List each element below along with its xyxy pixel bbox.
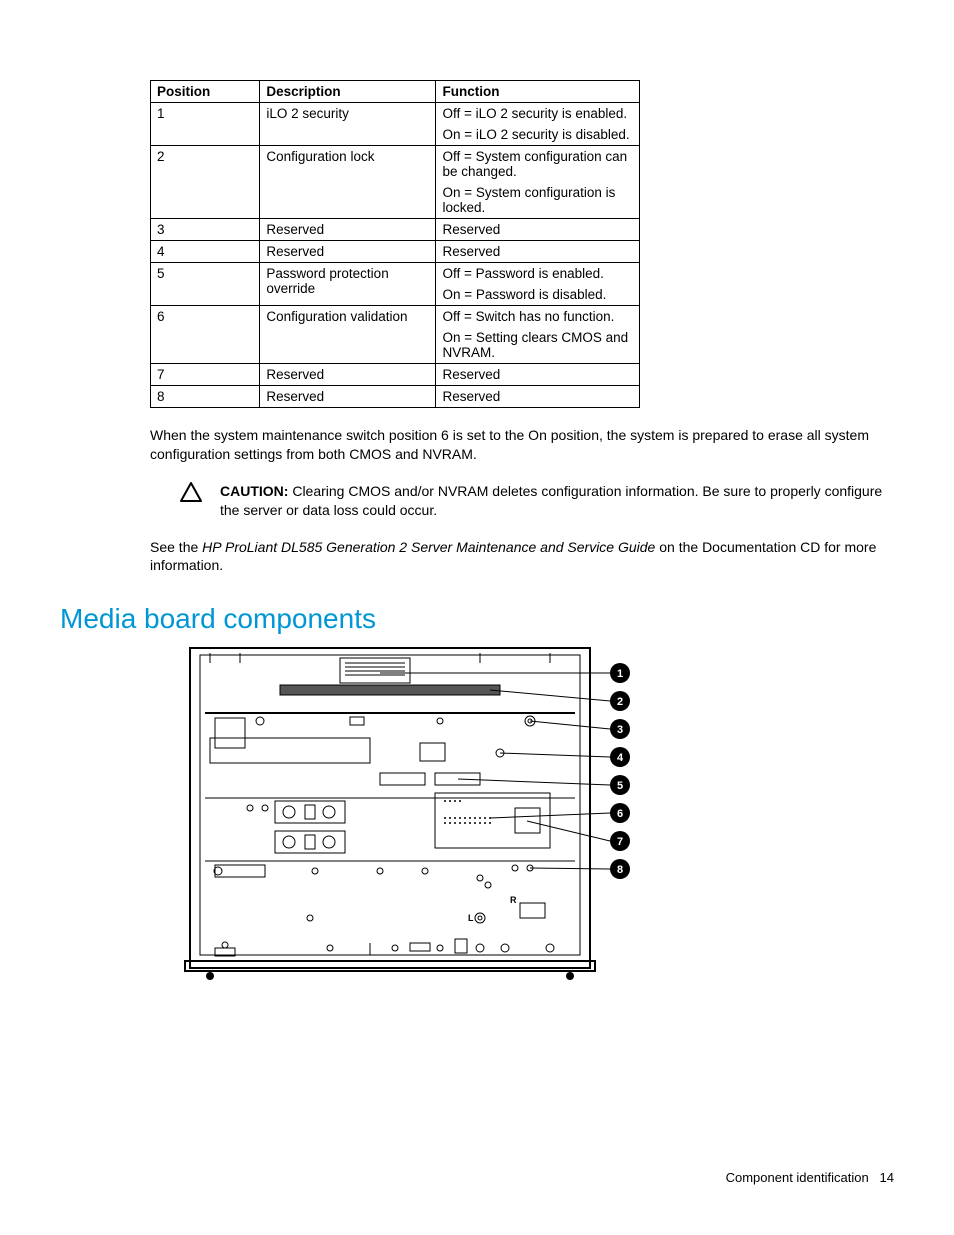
cell-function: Off = Password is enabled. On = Password …	[436, 263, 640, 306]
caution-text: CAUTION: Clearing CMOS and/or NVRAM dele…	[220, 482, 894, 520]
cell-description: Reserved	[260, 241, 436, 263]
table-row: 2Configuration lockOff = System configur…	[151, 146, 640, 219]
page-footer: Component identification 14	[726, 1170, 894, 1185]
caution-body: Clearing CMOS and/or NVRAM deletes confi…	[220, 483, 882, 518]
cell-function-line: On = Setting clears CMOS and NVRAM.	[442, 330, 633, 360]
caution-block: CAUTION: Clearing CMOS and/or NVRAM dele…	[180, 482, 894, 520]
cell-function: Reserved	[436, 219, 640, 241]
cell-function-line: On = System configuration is locked.	[442, 185, 633, 215]
cell-function-line: Reserved	[442, 222, 633, 237]
callout-number: 5	[617, 780, 623, 792]
cell-description: Reserved	[260, 219, 436, 241]
paragraph-see-guide: See the HP ProLiant DL585 Generation 2 S…	[150, 538, 894, 576]
heading-media-board: Media board components	[60, 603, 894, 635]
cell-function: Reserved	[436, 364, 640, 386]
cell-description: Reserved	[260, 386, 436, 408]
footer-page: 14	[880, 1170, 894, 1185]
callout-number: 2	[617, 696, 623, 708]
th-function: Function	[436, 81, 640, 103]
cell-function-line: Reserved	[442, 244, 633, 259]
cell-position: 1	[151, 103, 260, 146]
cell-position: 2	[151, 146, 260, 219]
svg-text:L: L	[468, 913, 474, 923]
table-row: 3ReservedReserved	[151, 219, 640, 241]
see-guide-title: HP ProLiant DL585 Generation 2 Server Ma…	[202, 539, 655, 555]
cell-function: Off = iLO 2 security is enabled. On = iLO…	[436, 103, 640, 146]
cell-function: Reserved	[436, 241, 640, 263]
cell-function-line: Reserved	[442, 389, 633, 404]
cell-function: Reserved	[436, 386, 640, 408]
cell-function: Off = System configuration can be change…	[436, 146, 640, 219]
footer-section: Component identification	[726, 1170, 869, 1185]
cell-function-line: Reserved	[442, 367, 633, 382]
cell-description: Configuration lock	[260, 146, 436, 219]
callout-number: 4	[617, 752, 624, 764]
table-row: 1iLO 2 securityOff = iLO 2 security is e…	[151, 103, 640, 146]
callout-number: 8	[617, 864, 623, 876]
svg-text:R: R	[510, 895, 517, 905]
th-position: Position	[151, 81, 260, 103]
table-row: 7ReservedReserved	[151, 364, 640, 386]
caution-icon	[180, 482, 202, 502]
cell-position: 3	[151, 219, 260, 241]
table-row: 5Password protection overrideOff = Passw…	[151, 263, 640, 306]
cell-description: iLO 2 security	[260, 103, 436, 146]
cell-position: 4	[151, 241, 260, 263]
cell-function-line: Off = Switch has no function.	[442, 309, 633, 324]
cell-function-line: On = iLO 2 security is disabled.	[442, 127, 633, 142]
cell-function-line: Off = iLO 2 security is enabled.	[442, 106, 633, 121]
media-board-diagram: R L 1 2 3 4 5 6 7 8	[180, 643, 894, 986]
cell-function-line: On = Password is disabled.	[442, 287, 633, 302]
cell-position: 7	[151, 364, 260, 386]
cell-position: 8	[151, 386, 260, 408]
th-description: Description	[260, 81, 436, 103]
cell-description: Reserved	[260, 364, 436, 386]
cell-position: 6	[151, 306, 260, 364]
callout-number: 6	[617, 808, 623, 820]
cell-description: Password protection override	[260, 263, 436, 306]
table-row: 6Configuration validationOff = Switch ha…	[151, 306, 640, 364]
callout-number: 1	[617, 668, 623, 680]
callout-number: 7	[617, 836, 623, 848]
switch-settings-table: Position Description Function 1iLO 2 sec…	[150, 80, 640, 408]
see-prefix: See the	[150, 539, 202, 555]
cell-description: Configuration validation	[260, 306, 436, 364]
callout-number: 3	[617, 724, 623, 736]
caution-label: CAUTION:	[220, 483, 288, 499]
cell-position: 5	[151, 263, 260, 306]
table-row: 4ReservedReserved	[151, 241, 640, 263]
cell-function: Off = Switch has no function. On = Settin…	[436, 306, 640, 364]
table-row: 8ReservedReserved	[151, 386, 640, 408]
cell-function-line: Off = Password is enabled.	[442, 266, 633, 281]
cell-function-line: Off = System configuration can be change…	[442, 149, 633, 179]
paragraph-switch6: When the system maintenance switch posit…	[150, 426, 894, 464]
